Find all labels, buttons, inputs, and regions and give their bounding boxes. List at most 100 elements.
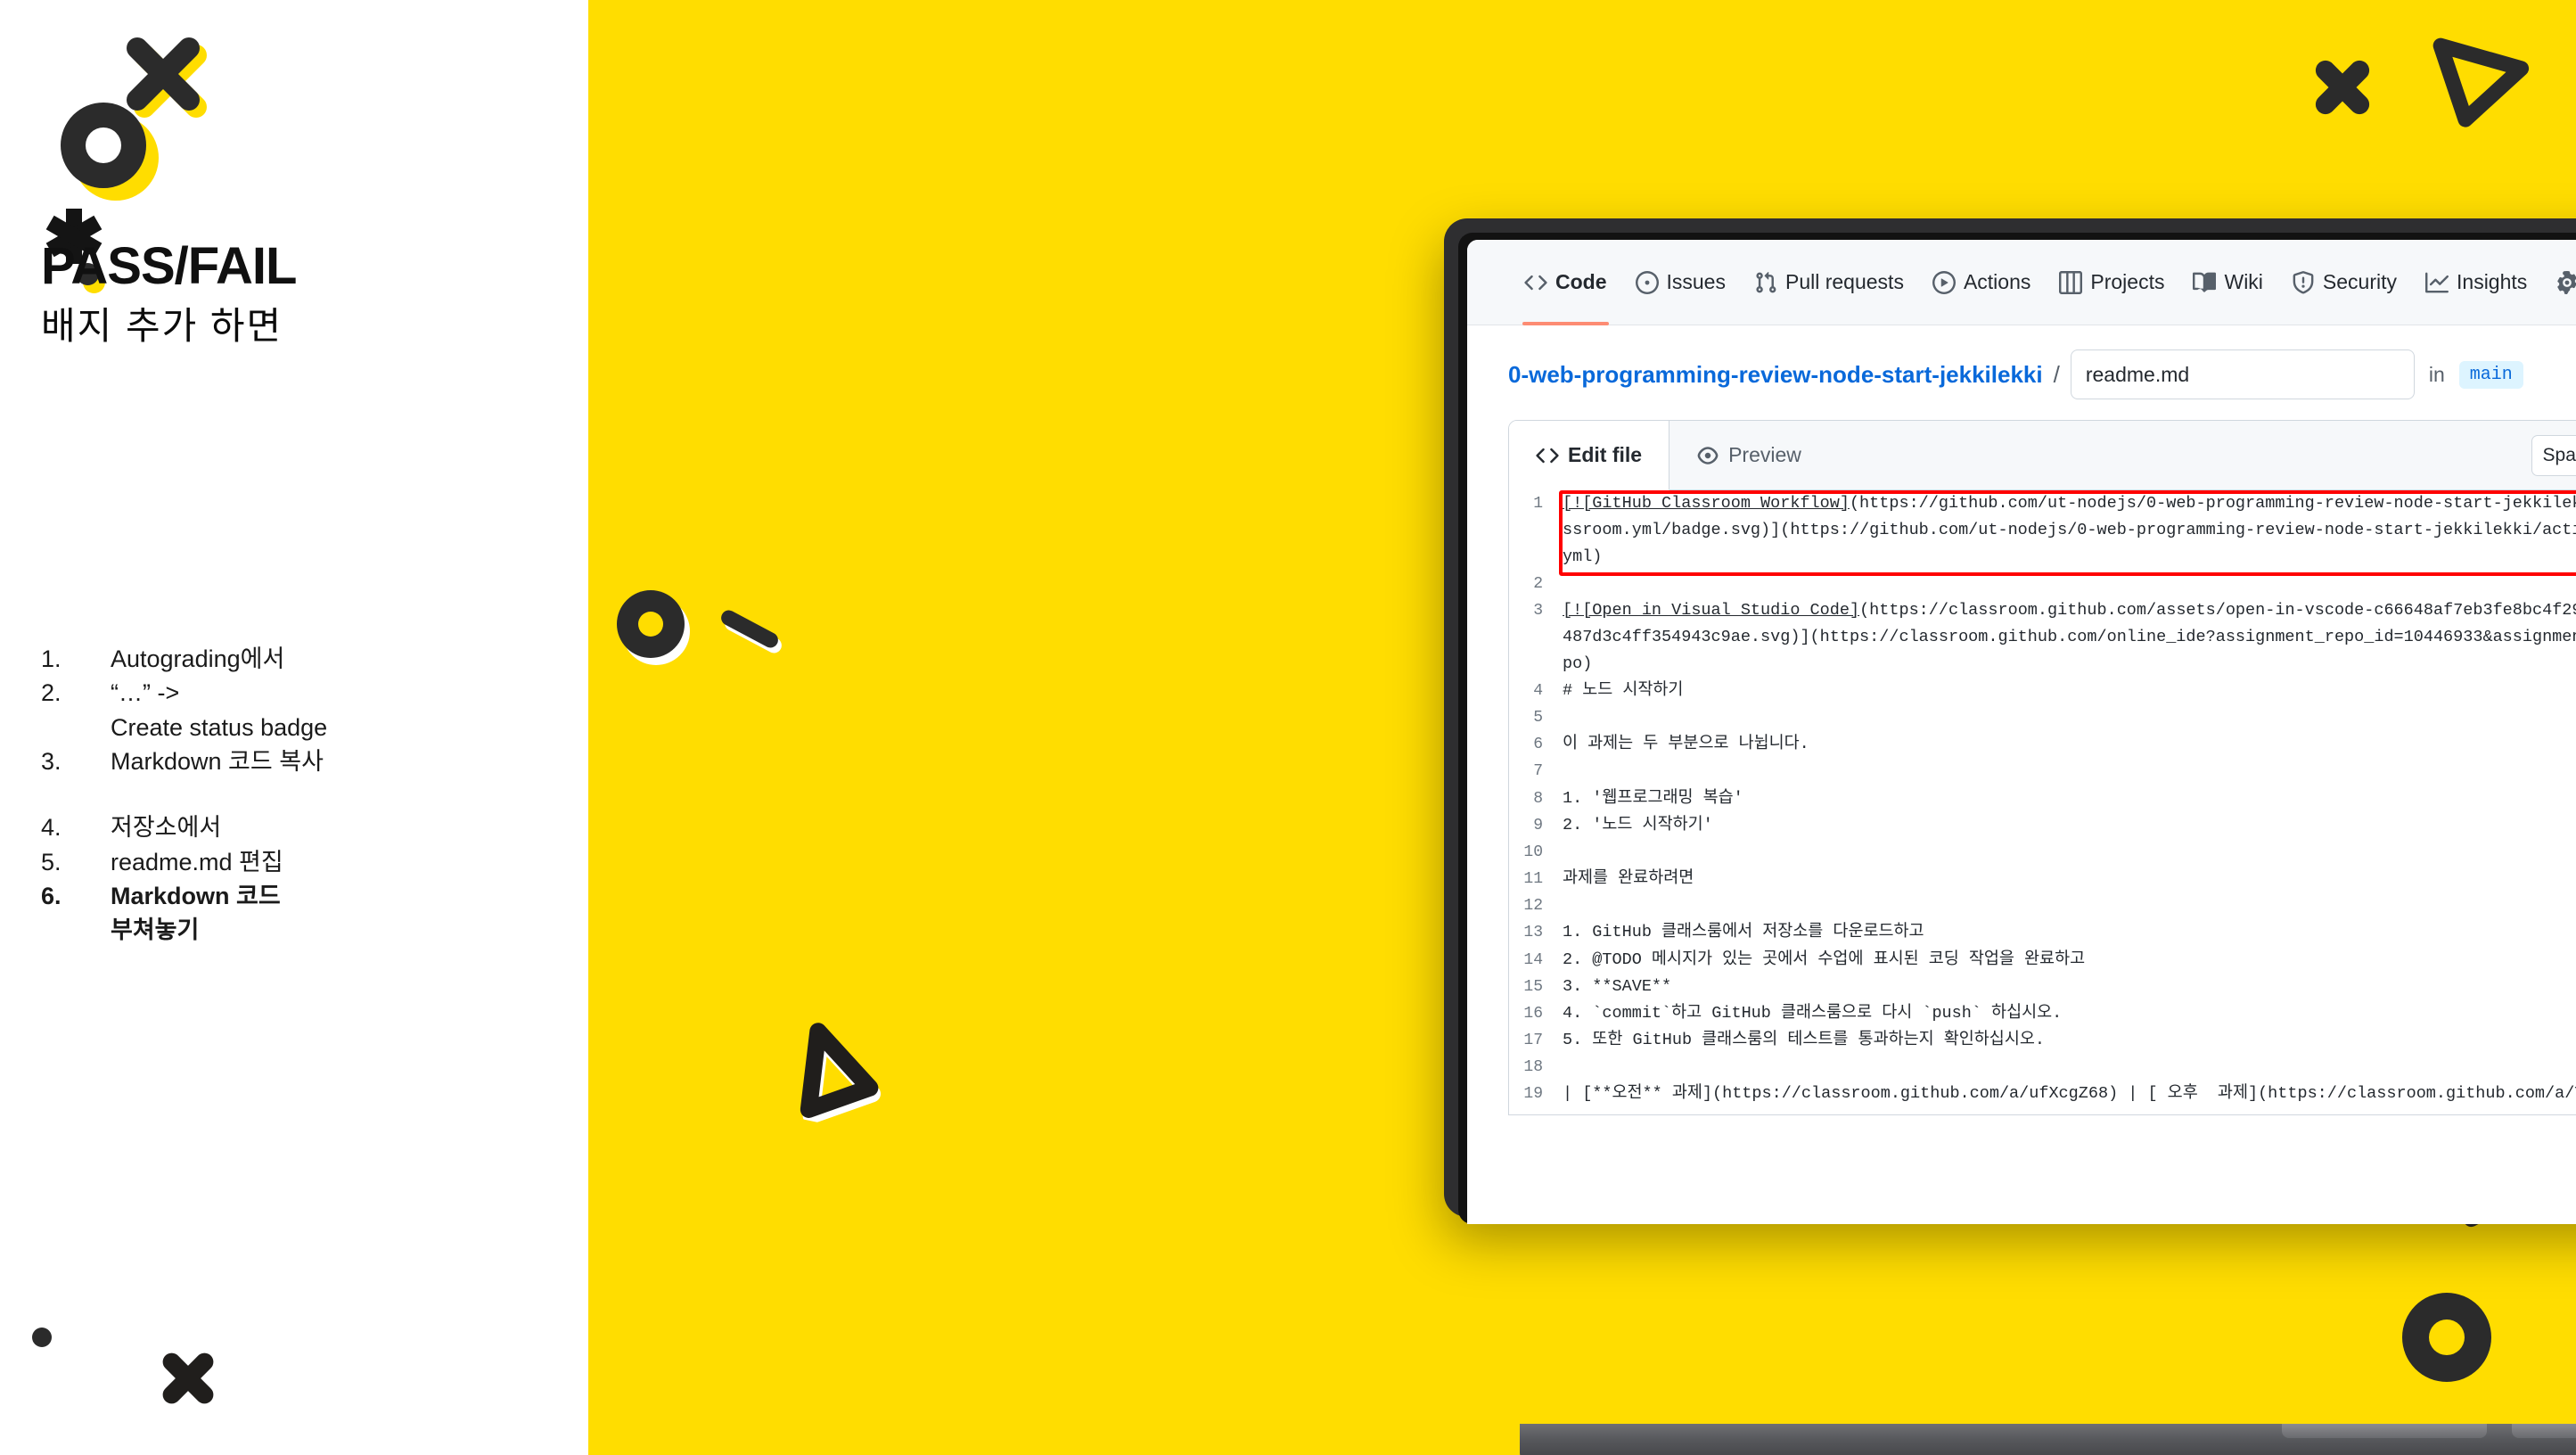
- right-yellow-panel: Code Issues Pull requests Actions Projec…: [588, 0, 2576, 1455]
- line-number: 17: [1523, 1032, 1543, 1049]
- x-mark-decor-top-right: [2309, 53, 2376, 121]
- editor-tab-strip: Edit file Preview Spaces: [1509, 421, 2576, 490]
- nav-tab-code-label: Code: [1555, 270, 1607, 293]
- line-number: 6: [1533, 736, 1543, 754]
- code-line: 15 3. **SAVE**: [1509, 974, 2576, 1000]
- issue-opened-icon: [1635, 270, 1659, 294]
- step-text: readme.md 편집: [111, 848, 283, 875]
- nav-tab-projects[interactable]: Projects: [2045, 240, 2178, 325]
- code-line: 14 2. @TODO 메시지가 있는 곳에서 수업에 표시된 코딩 작업을 완료…: [1509, 947, 2576, 974]
- step-number: 1.: [41, 645, 62, 672]
- code-line: 17 5. 또한 GitHub 클래스룸의 테스트를 통과하는지 확인하십시오.: [1509, 1027, 2576, 1054]
- shield-icon: [2292, 270, 2315, 294]
- page-title: PASS/FAIL: [41, 237, 297, 295]
- triangle-decor-top-right: [2427, 25, 2538, 136]
- file-editor: Edit file Preview Spaces: [1508, 420, 2576, 1115]
- nav-tab-code[interactable]: Code: [1510, 240, 1621, 325]
- line-number: 13: [1523, 924, 1543, 942]
- tab-edit-file-label: Edit file: [1568, 443, 1643, 466]
- line-number: 18: [1523, 1058, 1543, 1077]
- laptop-screen: Code Issues Pull requests Actions Projec…: [1467, 240, 2576, 1224]
- nav-tab-pull-requests[interactable]: Pull requests: [1740, 240, 1918, 325]
- filename-input[interactable]: [2070, 349, 2415, 399]
- repo-nav-tabs[interactable]: Code Issues Pull requests Actions Projec…: [1467, 240, 2576, 325]
- line-number: 2: [1533, 574, 1543, 593]
- laptop-base-notch-left: [2282, 1424, 2487, 1438]
- step-text: Create status badge: [111, 713, 328, 741]
- code-line: 1 [![GitHub Classroom Workflow](https://g…: [1509, 490, 2576, 571]
- editor-tools: Spaces 2 Soft wrap: [2531, 421, 2576, 489]
- slash-decor-left: [718, 607, 788, 656]
- line-number: 5: [1533, 709, 1543, 728]
- line-content: 4. `commit`하고 GitHub 클래스룸으로 다시 `push` 하십…: [1563, 1003, 2063, 1023]
- line-content: [![GitHub Classroom Workflow](https://gi…: [1563, 494, 2576, 566]
- laptop-mockup: Code Issues Pull requests Actions Projec…: [856, 218, 2576, 1455]
- code-line: 7: [1509, 758, 2576, 785]
- code-line: 10: [1509, 839, 2576, 866]
- step-item: 3. Markdown 코드 복사: [41, 744, 558, 778]
- tab-preview[interactable]: Preview: [1669, 421, 1828, 489]
- git-pull-request-icon: [1754, 271, 1777, 294]
- line-content: 이 과제는 두 부분으로 나뉩니다.: [1563, 735, 1809, 754]
- page-subtitle: 배지 추가 하면: [41, 305, 283, 347]
- step-text: Autograding에서: [111, 645, 285, 672]
- tab-preview-label: Preview: [1728, 443, 1801, 466]
- line-number: 8: [1533, 789, 1543, 808]
- line-content: 과제를 완료하려면: [1563, 869, 1694, 889]
- line-number: 3: [1533, 602, 1543, 621]
- line-number: 4: [1533, 681, 1543, 700]
- x-mark-decor-bottom-left: [156, 1346, 220, 1410]
- eye-icon: [1696, 444, 1719, 467]
- step-number: 5.: [41, 848, 62, 875]
- step-item: Create status badge: [41, 711, 558, 744]
- step-number: 4.: [41, 814, 62, 842]
- line-content: | [**오전** 과제](https://classroom.github.c…: [1563, 1084, 2576, 1104]
- code-icon: [1536, 444, 1559, 467]
- nav-tab-wiki[interactable]: Wiki: [2178, 240, 2277, 325]
- branch-badge: main: [2458, 360, 2523, 389]
- nav-tab-security-label: Security: [2322, 270, 2398, 293]
- line-number: 1: [1533, 495, 1543, 513]
- code-line: 18: [1509, 1054, 2576, 1081]
- step-number: 3.: [41, 747, 62, 775]
- nav-tab-settings[interactable]: Settings: [2541, 240, 2576, 325]
- step-text: Markdown 코드: [111, 882, 281, 909]
- step-item: 1. Autograding에서: [41, 642, 558, 676]
- graph-icon: [2425, 271, 2449, 294]
- breadcrumb-separator: /: [2053, 360, 2060, 388]
- steps-list: 1. Autograding에서 2. “…” -> Create status bad…: [41, 642, 558, 948]
- gear-icon: [2555, 270, 2576, 294]
- nav-tab-insights-label: Insights: [2457, 270, 2528, 293]
- nav-tab-security[interactable]: Security: [2277, 240, 2411, 325]
- indent-mode-value: Spaces: [2542, 444, 2576, 465]
- step-number: 6.: [41, 882, 62, 909]
- code-line: 16 4. `commit`하고 GitHub 클래스룸으로 다시 `push` …: [1509, 1000, 2576, 1027]
- nav-tab-issues[interactable]: Issues: [1621, 240, 1740, 325]
- play-icon: [1932, 270, 1956, 294]
- nav-tab-actions-label: Actions: [1963, 270, 2031, 293]
- step-item: 2. “…” ->: [41, 676, 558, 710]
- nav-tab-issues-label: Issues: [1666, 270, 1726, 293]
- line-number: 12: [1523, 897, 1543, 916]
- ring-decor-top-left: [61, 103, 159, 201]
- line-number: 11: [1523, 870, 1543, 889]
- repo-breadcrumb-link[interactable]: 0-web-programming-review-node-start-jekk…: [1508, 361, 2043, 389]
- laptop-base-notch-right: [2512, 1424, 2576, 1438]
- nav-tab-insights[interactable]: Insights: [2411, 240, 2541, 325]
- ring-decor-yellow-left: [617, 590, 697, 670]
- nav-tab-wiki-label: Wiki: [2224, 270, 2263, 293]
- tab-edit-file[interactable]: Edit file: [1509, 421, 1670, 490]
- line-number: 14: [1523, 950, 1543, 969]
- github-editor-page: Code Issues Pull requests Actions Projec…: [1467, 240, 2576, 1224]
- line-content: 1. GitHub 클래스룸에서 저장소를 다운로드하고: [1563, 923, 1924, 942]
- code-line: 8 1. '웹프로그래밍 복습': [1509, 785, 2576, 812]
- step-text: 부쳐놓기: [111, 917, 200, 944]
- code-line: 3 [![Open in Visual Studio Code](https://…: [1509, 597, 2576, 678]
- code-editor-textarea[interactable]: 1 [![GitHub Classroom Workflow](https://g…: [1509, 490, 2576, 1114]
- nav-tab-actions[interactable]: Actions: [1918, 240, 2045, 325]
- step-number: 2.: [41, 679, 62, 707]
- book-icon: [2193, 271, 2217, 294]
- code-line: 19 | [**오전** 과제](https://classroom.github…: [1509, 1081, 2576, 1107]
- line-number: 10: [1523, 843, 1543, 861]
- indent-mode-select[interactable]: Spaces: [2531, 434, 2576, 476]
